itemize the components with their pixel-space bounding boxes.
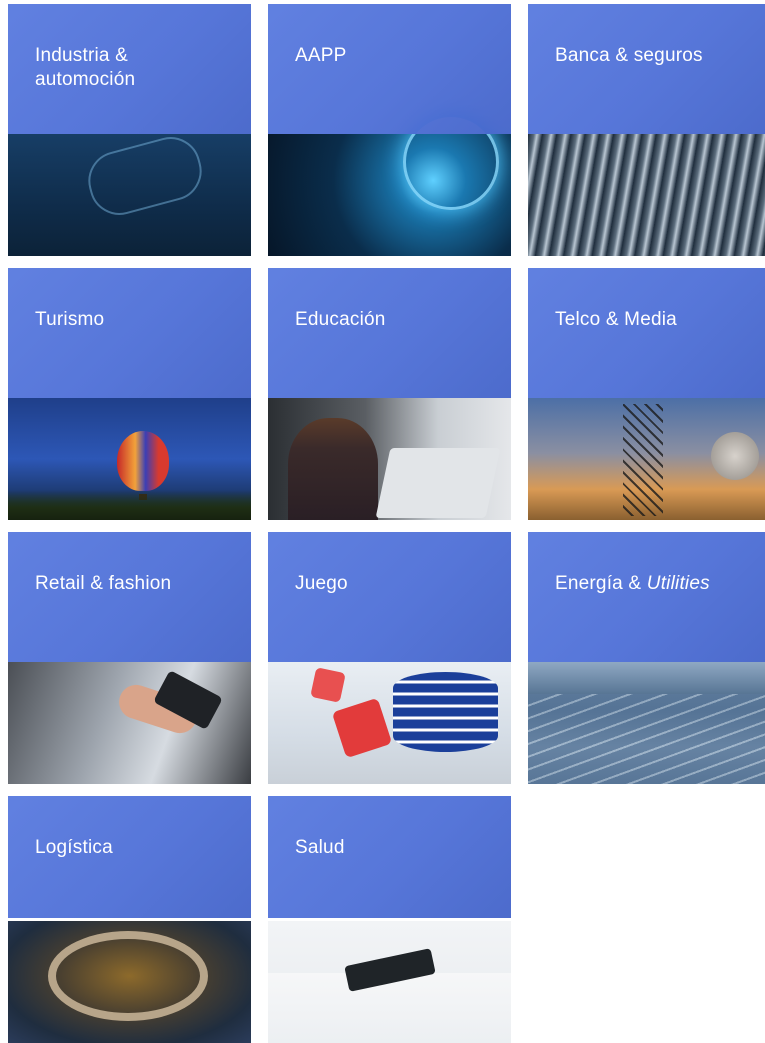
juego-band bbox=[268, 532, 511, 662]
educacion-photo bbox=[268, 398, 511, 520]
tile-energia[interactable]: Energía & Utilities bbox=[528, 532, 765, 784]
salud-photo bbox=[268, 921, 511, 1043]
turismo-photo bbox=[8, 398, 251, 520]
poker-chips-shape bbox=[393, 672, 498, 752]
tile-energia-label-italic: Utilities bbox=[646, 573, 710, 594]
tile-salud[interactable]: Salud bbox=[268, 796, 511, 1043]
antenna-tower-shape bbox=[623, 404, 663, 516]
satellite-dish-shape bbox=[711, 432, 759, 480]
retail-photo bbox=[8, 662, 251, 784]
dice-large-shape bbox=[331, 697, 393, 759]
hot-air-balloon-shape bbox=[117, 431, 169, 491]
tile-energia-label: Energía & Utilities bbox=[555, 572, 710, 596]
trees-shape bbox=[8, 490, 251, 520]
tile-juego-label: Juego bbox=[295, 573, 348, 594]
tile-energia-label-main: Energía & bbox=[555, 573, 647, 594]
tile-retail-label: Retail & fashion bbox=[35, 573, 172, 594]
tile-telco-label: Telco & Media bbox=[555, 309, 677, 330]
tile-logistica-label: Logística bbox=[35, 837, 113, 858]
telco-photo bbox=[528, 398, 765, 520]
tile-juego[interactable]: Juego bbox=[268, 532, 511, 784]
telco-band bbox=[528, 268, 765, 398]
doctor-coat-shape bbox=[268, 973, 511, 1043]
tile-banca-label: Banca & seguros bbox=[555, 45, 703, 66]
banca-band bbox=[528, 4, 765, 134]
tile-telco[interactable]: Telco & Media bbox=[528, 268, 765, 520]
laptop-shape bbox=[375, 448, 501, 518]
juego-photo bbox=[268, 662, 511, 784]
logistica-photo bbox=[8, 921, 251, 1043]
solar-panels-shape bbox=[528, 694, 765, 784]
tile-educacion[interactable]: Educación bbox=[268, 268, 511, 520]
industria-photo bbox=[8, 130, 251, 256]
car-wireframe-shape bbox=[81, 130, 209, 222]
dice-small-shape bbox=[310, 667, 346, 703]
tile-retail[interactable]: Retail & fashion bbox=[8, 532, 251, 784]
tile-turismo-label: Turismo bbox=[35, 309, 105, 330]
energia-photo bbox=[528, 662, 765, 784]
tile-educacion-label: Educación bbox=[295, 309, 386, 330]
banca-photo bbox=[528, 134, 765, 256]
tile-aapp-label: AAPP bbox=[295, 45, 347, 66]
tile-industria[interactable]: Industria & automoción bbox=[8, 4, 251, 256]
aapp-band bbox=[268, 4, 511, 134]
tile-industria-label: Industria & automoción bbox=[35, 44, 135, 92]
tile-logistica[interactable]: Logística bbox=[8, 796, 251, 1043]
energia-band bbox=[528, 532, 765, 662]
tile-industria-label-line2: automoción bbox=[35, 69, 136, 90]
aapp-photo bbox=[268, 114, 511, 256]
highway-interchange-shape bbox=[48, 931, 208, 1021]
tile-banca[interactable]: Banca & seguros bbox=[528, 4, 765, 256]
tile-aapp[interactable]: AAPP bbox=[268, 4, 511, 256]
tile-industria-label-line1: Industria & bbox=[35, 45, 129, 66]
educacion-band bbox=[268, 268, 511, 398]
student-shape bbox=[288, 418, 378, 520]
turismo-band bbox=[8, 268, 251, 398]
tile-turismo[interactable]: Turismo bbox=[8, 268, 251, 520]
retail-band bbox=[8, 532, 251, 662]
tile-salud-label: Salud bbox=[295, 837, 345, 858]
